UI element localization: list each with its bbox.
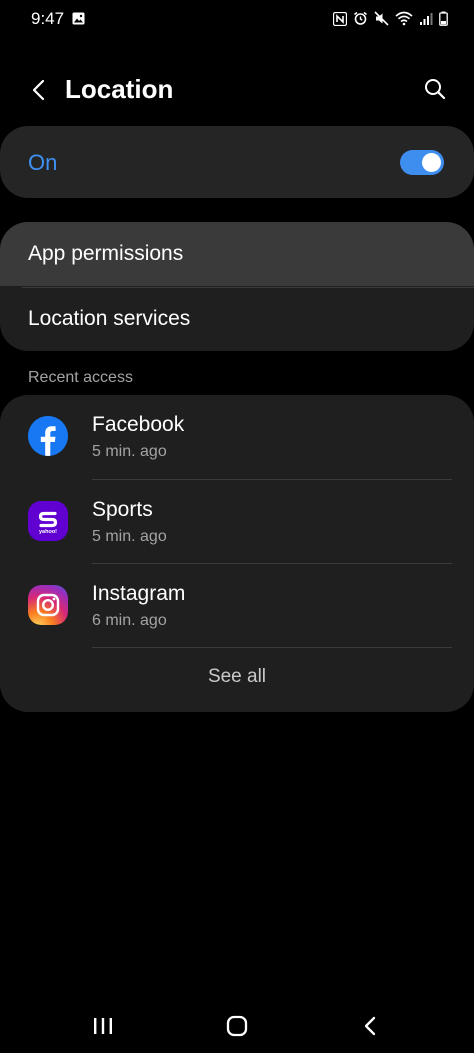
app-name: Sports — [92, 498, 153, 521]
gallery-icon — [72, 12, 85, 25]
svg-text:yahoo!: yahoo! — [39, 529, 57, 535]
location-services-label: Location services — [28, 307, 191, 330]
home-button[interactable] — [212, 1010, 262, 1042]
nav-back-button[interactable] — [345, 1010, 395, 1042]
recents-button[interactable] — [78, 1010, 128, 1042]
wifi-icon — [395, 11, 413, 26]
battery-icon — [439, 11, 448, 26]
recent-app-row-facebook[interactable]: Facebook 5 min. ago — [0, 395, 474, 479]
back-icon — [364, 1016, 376, 1036]
toggle-label: On — [28, 150, 58, 175]
app-header: Location — [0, 60, 474, 120]
app-name: Instagram — [92, 582, 186, 605]
back-arrow-icon — [32, 79, 45, 101]
alarm-icon — [354, 11, 367, 25]
instagram-icon — [28, 585, 68, 625]
navigation-bar — [0, 1000, 474, 1053]
recent-access-header: Recent access — [28, 369, 133, 386]
signal-icon — [420, 12, 433, 25]
status-time: 9:47 — [31, 9, 65, 28]
switch-knob — [422, 153, 441, 172]
app-name: Facebook — [92, 413, 185, 436]
facebook-icon — [28, 416, 68, 456]
page-title: Location — [65, 74, 174, 104]
location-switch[interactable] — [400, 150, 444, 175]
app-permissions-label: App permissions — [28, 242, 184, 265]
app-access-time: 5 min. ago — [92, 528, 167, 545]
app-permissions-item[interactable]: App permissions — [0, 222, 474, 286]
status-bar: 9:47 — [0, 0, 474, 40]
search-icon — [425, 79, 446, 100]
back-button[interactable] — [22, 72, 54, 108]
nfc-icon — [333, 11, 347, 26]
settings-group: App permissions Location services — [0, 222, 474, 351]
location-services-item[interactable]: Location services — [0, 287, 474, 351]
see-all-button[interactable]: See all — [0, 647, 474, 707]
recent-access-card: Facebook 5 min. ago yahoo! Sports 5 min.… — [0, 395, 474, 712]
app-access-time: 6 min. ago — [92, 612, 167, 629]
app-access-time: 5 min. ago — [92, 443, 167, 460]
recents-icon — [94, 1018, 112, 1034]
home-icon — [226, 1015, 248, 1037]
mute-icon — [374, 11, 389, 26]
recent-app-row-instagram[interactable]: Instagram 6 min. ago — [0, 564, 474, 648]
yahoo-sports-icon: yahoo! — [28, 501, 68, 541]
search-button[interactable] — [418, 72, 452, 106]
status-icons — [333, 11, 448, 26]
recent-app-row-sports[interactable]: yahoo! Sports 5 min. ago — [0, 480, 474, 564]
